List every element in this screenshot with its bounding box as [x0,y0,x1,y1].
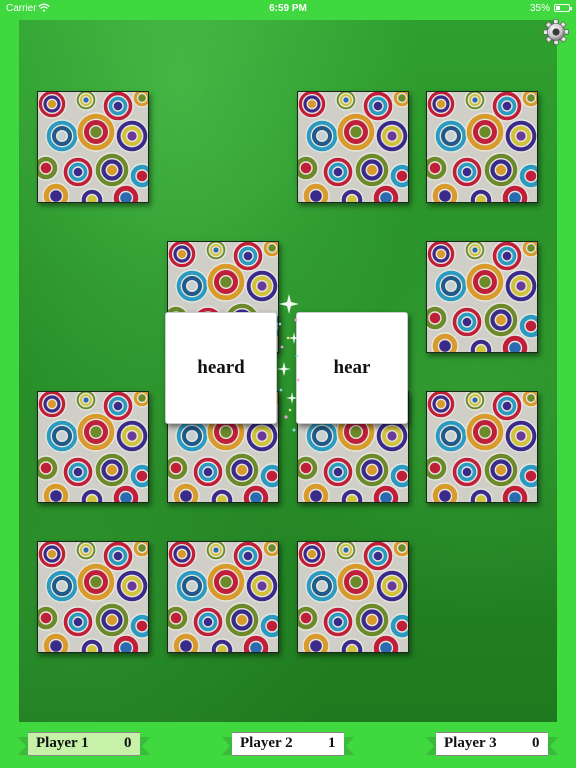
player-score: 0 [532,735,540,751]
player-score: 0 [124,735,132,751]
battery-percentage: 35% [529,3,550,14]
face-down-card[interactable] [167,541,279,653]
revealed-card[interactable]: heard [165,312,277,424]
face-down-card[interactable] [297,91,409,203]
player-name: Player 2 [240,735,293,751]
face-down-card[interactable] [297,541,409,653]
face-down-card[interactable] [37,541,149,653]
player-name: Player 3 [444,735,497,751]
face-down-card[interactable] [426,91,538,203]
face-down-card[interactable] [426,241,538,353]
face-down-card[interactable] [37,91,149,203]
clock: 6:59 PM [269,3,307,14]
face-down-card[interactable] [37,391,149,503]
player-score: 1 [328,735,336,751]
player-score-banner: Player 2 1 [222,730,354,756]
card-word: heard [197,357,245,378]
revealed-card[interactable]: hear [296,312,408,424]
face-down-card[interactable] [426,391,538,503]
card-word: hear [333,357,371,378]
gear-icon[interactable] [543,19,569,45]
player-name: Player 1 [36,735,89,751]
player-score-banner: Player 1 0 [18,730,150,756]
player-score-banner: Player 3 0 [426,730,558,756]
battery-icon [554,4,572,12]
status-bar: Carrier 6:59 PM 35% [0,0,576,18]
